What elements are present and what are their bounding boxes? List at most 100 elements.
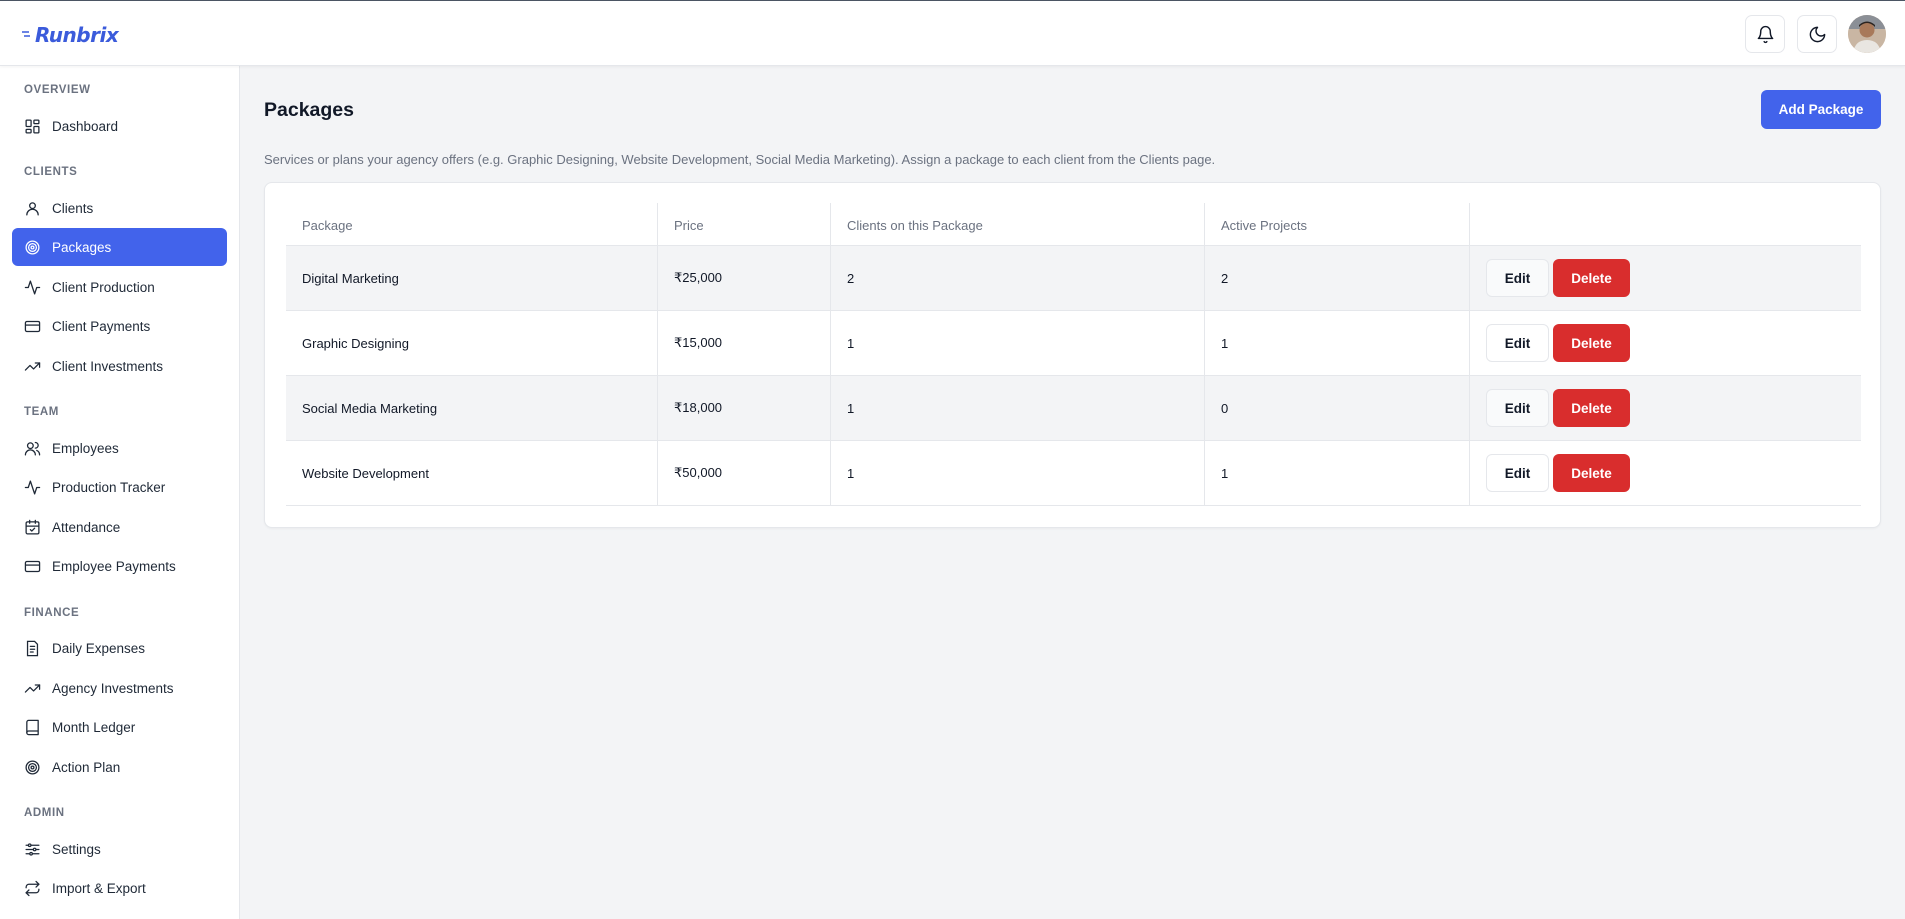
sidebar-item-label: Packages — [52, 239, 112, 255]
cell-clients: 1 — [831, 376, 1205, 440]
sidebar-item-dashboard[interactable]: Dashboard — [12, 107, 227, 145]
cell-active-projects: 1 — [1205, 311, 1470, 375]
add-package-button[interactable]: Add Package — [1761, 90, 1881, 129]
packages-table: Package Price Clients on this Package Ac… — [286, 203, 1861, 506]
trending-up-icon — [24, 361, 41, 371]
sidebar-item-agency-investments[interactable]: Agency Investments — [12, 669, 227, 707]
edit-button[interactable]: Edit — [1486, 324, 1549, 362]
sidebar-item-settings[interactable]: Settings — [12, 830, 227, 868]
cell-clients: 1 — [831, 311, 1205, 375]
table-row: Graphic Designing ₹15,000 1 1 Edit Delet… — [286, 311, 1861, 376]
sidebar-item-month-ledger[interactable]: Month Ledger — [12, 708, 227, 746]
cell-clients: 1 — [831, 441, 1205, 505]
users-icon — [24, 441, 41, 456]
top-header: Runbrix — [0, 0, 1905, 66]
sidebar-item-action-plan[interactable]: Action Plan — [12, 748, 227, 786]
sidebar-item-label: Settings — [52, 841, 101, 857]
sidebar-item-clients[interactable]: Clients — [12, 189, 227, 227]
sidebar-item-client-payments[interactable]: Client Payments — [12, 307, 227, 345]
cell-price: ₹50,000 — [658, 441, 831, 505]
sidebar-item-label: Client Production — [52, 279, 155, 295]
section-label-overview: OVERVIEW — [24, 84, 91, 96]
sidebar-item-employee-payments[interactable]: Employee Payments — [12, 547, 227, 585]
cell-actions: Edit Delete — [1470, 376, 1861, 440]
sidebar-item-label: Client Payments — [52, 318, 151, 334]
sidebar-item-production-tracker[interactable]: Production Tracker — [12, 468, 227, 506]
sidebar-item-client-investments[interactable]: Client Investments — [12, 347, 227, 385]
activity-icon — [24, 279, 41, 295]
table-row: Social Media Marketing ₹18,000 1 0 Edit … — [286, 376, 1861, 441]
packages-card: Package Price Clients on this Package Ac… — [264, 182, 1881, 528]
sidebar-item-daily-expenses[interactable]: Daily Expenses — [12, 629, 227, 667]
column-header-active-projects: Active Projects — [1205, 203, 1470, 245]
sidebar-item-import-export[interactable]: Import & Export — [12, 869, 227, 907]
sidebar-item-label: Action Plan — [52, 759, 121, 775]
cell-package: Website Development — [286, 441, 658, 505]
cell-price: ₹15,000 — [658, 311, 831, 375]
notifications-button[interactable] — [1745, 15, 1785, 53]
user-avatar[interactable] — [1848, 15, 1886, 53]
cell-actions: Edit Delete — [1470, 311, 1861, 375]
column-header-package: Package — [286, 203, 658, 245]
sidebar-item-label: Month Ledger — [52, 719, 136, 735]
avatar-photo-icon — [1848, 15, 1886, 53]
column-header-clients: Clients on this Package — [831, 203, 1205, 245]
cell-actions: Edit Delete — [1470, 441, 1861, 505]
bell-icon — [1757, 25, 1773, 43]
page-description: Services or plans your agency offers (e.… — [264, 152, 1216, 167]
cell-package: Social Media Marketing — [286, 376, 658, 440]
sidebar-item-label: Employee Payments — [52, 558, 176, 574]
app-logo[interactable]: Runbrix — [22, 21, 119, 49]
cell-price: ₹18,000 — [658, 376, 831, 440]
sidebar-item-client-production[interactable]: Client Production — [12, 268, 227, 306]
table-header-row: Package Price Clients on this Package Ac… — [286, 203, 1861, 246]
delete-button[interactable]: Delete — [1553, 389, 1630, 427]
sidebar-item-label: Import & Export — [52, 880, 146, 896]
cell-active-projects: 1 — [1205, 441, 1470, 505]
book-icon — [26, 719, 39, 735]
sidebar-item-packages[interactable]: Packages — [12, 228, 227, 266]
page-title: Packages — [264, 99, 354, 121]
edit-button[interactable]: Edit — [1486, 454, 1549, 492]
edit-button[interactable]: Edit — [1486, 259, 1549, 297]
cell-clients: 2 — [831, 246, 1205, 310]
column-header-price: Price — [658, 203, 831, 245]
activity-icon — [24, 479, 41, 495]
sidebar-item-employees[interactable]: Employees — [12, 429, 227, 467]
cell-price: ₹25,000 — [658, 246, 831, 310]
sidebar-item-label: Employees — [52, 440, 119, 456]
table-row: Digital Marketing ₹25,000 2 2 Edit Delet… — [286, 246, 1861, 311]
delete-button[interactable]: Delete — [1553, 324, 1630, 362]
sidebar-item-label: Dashboard — [52, 118, 119, 134]
sidebar-item-label: Production Tracker — [52, 479, 166, 495]
column-header-actions — [1470, 203, 1861, 245]
theme-toggle-button[interactable] — [1797, 15, 1837, 53]
target-icon — [25, 759, 40, 775]
sidebar-item-label: Daily Expenses — [52, 640, 146, 656]
moon-icon — [1809, 26, 1825, 42]
edit-button[interactable]: Edit — [1486, 389, 1549, 427]
cell-actions: Edit Delete — [1470, 246, 1861, 310]
sliders-icon — [25, 842, 40, 856]
section-label-admin: ADMIN — [24, 807, 65, 819]
repeat-icon — [25, 880, 40, 896]
grid-icon — [25, 118, 40, 134]
sidebar-item-label: Agency Investments — [52, 680, 174, 696]
logo-text: Runbrix — [35, 23, 119, 47]
sidebar-item-attendance[interactable]: Attendance — [12, 508, 227, 546]
user-icon — [26, 201, 39, 216]
delete-button[interactable]: Delete — [1553, 454, 1630, 492]
sidebar-item-label: Attendance — [52, 519, 121, 535]
section-label-finance: FINANCE — [24, 607, 80, 619]
receipt-icon — [26, 640, 39, 656]
cell-package: Digital Marketing — [286, 246, 658, 310]
section-label-clients: CLIENTS — [24, 166, 78, 178]
credit-card-icon — [24, 560, 41, 572]
section-label-team: TEAM — [24, 406, 59, 418]
target-icon — [25, 239, 40, 255]
table-row: Website Development ₹50,000 1 1 Edit Del… — [286, 441, 1861, 506]
trending-up-icon — [24, 683, 41, 693]
logo-mark-icon — [22, 31, 30, 37]
cell-active-projects: 0 — [1205, 376, 1470, 440]
delete-button[interactable]: Delete — [1553, 259, 1630, 297]
